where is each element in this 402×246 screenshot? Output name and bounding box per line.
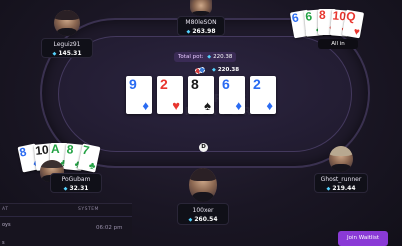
total-pot-badge: Total pot: ◆ 220.38 — [174, 52, 237, 62]
card-rank: 6 — [304, 9, 313, 24]
dealer-button: D — [199, 143, 208, 152]
tab-chat[interactable]: AT — [2, 207, 8, 212]
pot-amount: ◆ 220.38 — [212, 67, 240, 73]
card-rank: 8 — [191, 76, 199, 92]
board-card: 9 ♦ — [126, 76, 152, 114]
player-plate-left[interactable]: PoGubam ◆ 32.31 — [50, 173, 102, 193]
player-plate-right[interactable]: Ghost_runner ◆ 219.44 — [314, 173, 368, 193]
board-card: 6 ♦ — [219, 76, 245, 114]
player-name: 100xer — [192, 207, 214, 214]
join-waitlist-button[interactable]: Join Waitlist — [338, 231, 388, 246]
card-rank: 8 — [66, 142, 75, 157]
player-stack: ◆ 260.54 — [188, 216, 218, 223]
player-plate-top-center[interactable]: M80leSON ◆ 263.98 — [177, 16, 225, 36]
avatar-top-left[interactable] — [54, 10, 80, 36]
card-suit-icon: ♥ — [172, 98, 180, 113]
card-rank: 9 — [129, 76, 137, 92]
card-rank: 6 — [290, 10, 300, 26]
card-suit-icon: ♥ — [352, 26, 361, 39]
card-rank: 8 — [18, 144, 28, 160]
card-suit-icon: ♠ — [204, 98, 211, 113]
avatar-top-center[interactable] — [190, 0, 212, 16]
gem-icon: ◆ — [326, 186, 331, 192]
total-pot-label: Total pot: — [178, 54, 204, 60]
chat-message: s — [2, 240, 5, 246]
card-rank: 7 — [81, 142, 91, 158]
pot-chips-icon — [195, 67, 209, 75]
player-plate-bottom[interactable]: 100xer ◆ 260.54 — [177, 203, 229, 225]
card-rank: 10 — [34, 142, 50, 158]
board-card: 8 ♠ — [188, 76, 214, 114]
card-suit-icon: ♦ — [266, 98, 273, 113]
card-rank: 2 — [253, 76, 261, 92]
chat-message: oys — [2, 222, 11, 228]
player-stack: ◆ 32.31 — [63, 185, 89, 192]
gem-icon: ◆ — [207, 54, 212, 60]
avatar-right[interactable] — [329, 146, 353, 172]
gem-icon: ◆ — [63, 186, 68, 192]
card-rank: Q — [345, 8, 357, 25]
player-name: Leguiz91 — [53, 41, 81, 48]
player-stack: ◆ 219.44 — [326, 185, 356, 192]
player-name: M80leSON — [185, 19, 217, 26]
player-name: Ghost_runner — [320, 176, 362, 183]
card-suit-icon: ♣ — [87, 160, 97, 173]
board-card: 2 ♦ — [250, 76, 276, 114]
gem-icon: ◆ — [212, 67, 216, 73]
board-card: 2 ♥ — [157, 76, 183, 114]
tab-system[interactable]: SYSTEM — [78, 207, 99, 212]
all-in-badge: All in — [318, 39, 358, 49]
gem-icon: ◆ — [186, 29, 191, 35]
avatar-bottom[interactable] — [189, 168, 217, 202]
player-plate-top-left[interactable]: Leguiz91 ◆ 145.31 — [41, 38, 93, 58]
total-pot-value: 220.38 — [213, 54, 233, 60]
chat-timestamp: 06:02 pm — [96, 225, 123, 231]
gem-icon: ◆ — [188, 217, 193, 223]
card-rank: 8 — [319, 8, 326, 22]
card-rank: 2 — [160, 76, 168, 92]
chat-divider — [0, 216, 132, 217]
player-stack: ◆ 145.31 — [52, 50, 82, 57]
player-name: PoGubam — [61, 176, 91, 183]
gem-icon: ◆ — [52, 51, 57, 57]
card-suit-icon: ♦ — [235, 98, 242, 113]
card-rank: A — [51, 142, 60, 156]
player-stack: ◆ 263.98 — [186, 28, 216, 35]
card-suit-icon: ♦ — [142, 98, 149, 113]
card-rank: 6 — [222, 76, 230, 92]
